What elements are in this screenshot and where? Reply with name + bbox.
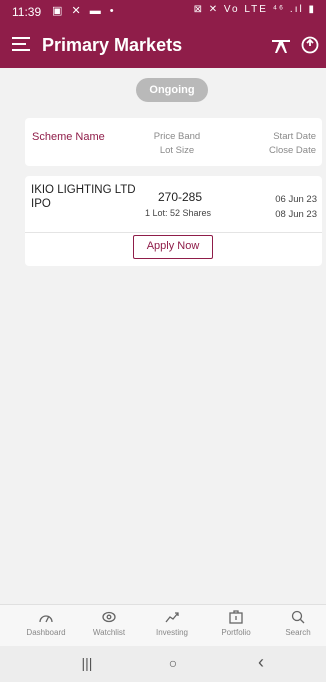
home-button[interactable]: ○ (158, 655, 188, 673)
nav-dashboard-label: Dashboard (26, 628, 66, 637)
system-nav-bar: ||| ○ ‹ (0, 646, 326, 682)
tab-ongoing[interactable]: Ongoing (136, 78, 208, 102)
header-dates: Start Date Close Date (269, 130, 316, 158)
nav-portfolio-label: Portfolio (221, 628, 251, 637)
table-header: Scheme Name Price Band Lot Size Start Da… (25, 118, 322, 166)
ipo-price-band: 270-285 (157, 190, 203, 204)
ipo-close-date: 08 Jun 23 (275, 209, 317, 220)
eye-icon (102, 611, 116, 623)
ipo-flight-icon[interactable] (270, 35, 292, 57)
nav-search-label: Search (285, 628, 311, 637)
status-bar: 11:39 ▣ ✕ ▬ • ⊠ ✕ Vo LTE ⁴⁶ .ıl ▮ (0, 0, 326, 24)
gauge-icon (39, 615, 53, 623)
ipo-name: IKIO LIGHTING LTD IPO (31, 184, 136, 210)
ipo-lot-size: 1 Lot: 52 Shares (144, 208, 212, 218)
ipo-dates: 06 Jun 23 08 Jun 23 (275, 192, 317, 222)
header-close-date: Close Date (269, 145, 316, 156)
system-status-icons: ⊠ ✕ Vo LTE ⁴⁶ .ıl ▮ (193, 4, 316, 15)
trend-icon (165, 612, 179, 623)
card-divider (25, 232, 322, 233)
ipo-card[interactable]: IKIO LIGHTING LTD IPO 270-285 1 Lot: 52 … (25, 176, 322, 266)
page-title: Primary Markets (42, 35, 183, 55)
header-lot-size: Lot Size (159, 145, 195, 156)
nav-watchlist-label: Watchlist (92, 628, 126, 637)
nav-investing-label: Investing (155, 628, 189, 637)
status-time: 11:39 (12, 5, 42, 19)
nav-search[interactable]: Search (268, 610, 326, 637)
apply-now-button[interactable]: Apply Now (133, 235, 213, 259)
bottom-nav: Dashboard Watchlist Investing Portfolio … (0, 604, 326, 646)
search-icon (291, 610, 305, 624)
recents-button[interactable]: ||| (72, 655, 102, 673)
header-scheme-name: Scheme Name (32, 131, 105, 143)
nav-investing[interactable]: Investing (142, 610, 202, 637)
header-price-lot: Price Band Lot Size (142, 130, 212, 158)
back-button[interactable]: ‹ (246, 652, 276, 672)
notification-icons: ▣ ✕ ▬ • (52, 5, 117, 17)
header-price-band: Price Band (153, 131, 201, 142)
nav-portfolio[interactable]: Portfolio (206, 610, 266, 637)
ipo-start-date: 06 Jun 23 (275, 194, 317, 205)
nav-watchlist[interactable]: Watchlist (79, 610, 139, 637)
app-bar: Primary Markets (0, 24, 326, 68)
briefcase-icon (229, 610, 243, 624)
nav-dashboard[interactable]: Dashboard (16, 610, 76, 637)
refresh-icon[interactable] (300, 35, 320, 55)
header-start-date: Start Date (273, 131, 316, 142)
hamburger-menu-icon[interactable] (12, 37, 30, 53)
